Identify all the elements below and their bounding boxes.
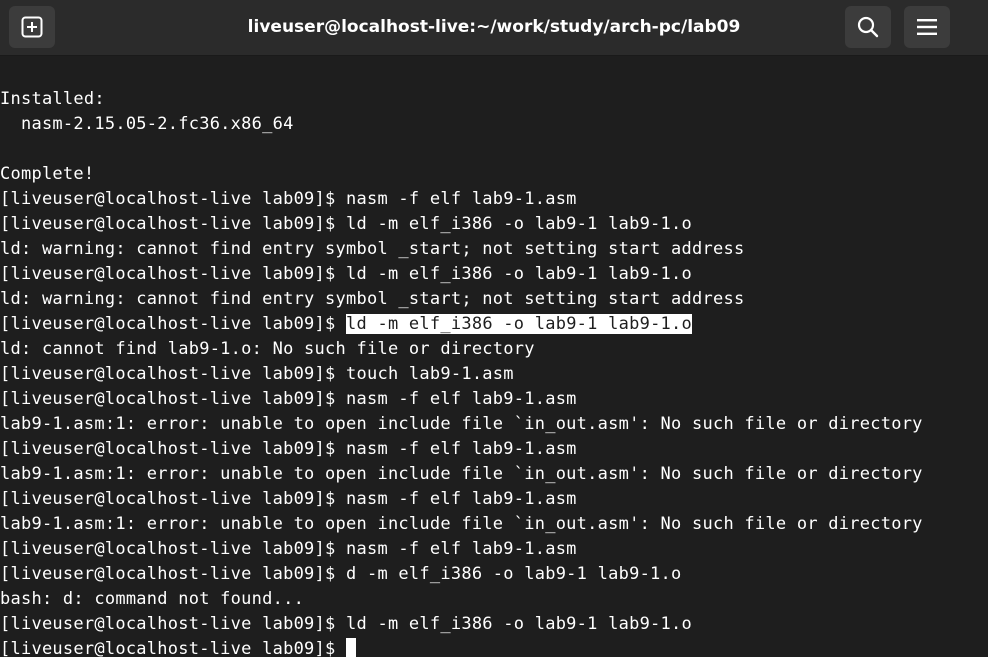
terminal-line: [liveuser@localhost-live lab09]$ d -m el… xyxy=(0,564,682,584)
terminal-line: ld: warning: cannot find entry symbol _s… xyxy=(0,239,745,259)
prompt-text: [liveuser@localhost-live lab09]$ xyxy=(0,639,347,657)
terminal-input-line[interactable]: [liveuser@localhost-live lab09]$ xyxy=(0,637,988,657)
prompt-text: [liveuser@localhost-live lab09]$ xyxy=(0,314,347,334)
text-cursor xyxy=(346,638,357,657)
terminal-line: [liveuser@localhost-live lab09]$ ld -m e… xyxy=(0,214,693,234)
terminal-line: Complete! xyxy=(0,164,95,184)
selected-text[interactable]: ld -m elf_i386 -o lab9-1 lab9-1.o xyxy=(346,314,693,334)
header-bar: liveuser@localhost-live:~/work/study/arc… xyxy=(0,0,988,56)
window-title: liveuser@localhost-live:~/work/study/arc… xyxy=(247,17,741,37)
terminal-line: [liveuser@localhost-live lab09]$ nasm -f… xyxy=(0,539,577,559)
hamburger-menu-icon xyxy=(917,19,937,35)
terminal-line: [liveuser@localhost-live lab09]$ ld -m e… xyxy=(0,264,693,284)
terminal-line: ld: cannot find lab9-1.o: No such file o… xyxy=(0,339,535,359)
terminal-line-with-selection: [liveuser@localhost-live lab09]$ ld -m e… xyxy=(0,312,988,337)
terminal-line: lab9-1.asm:1: error: unable to open incl… xyxy=(0,514,923,534)
terminal-line: [liveuser@localhost-live lab09]$ ld -m e… xyxy=(0,614,693,634)
terminal-line: [liveuser@localhost-live lab09]$ nasm -f… xyxy=(0,439,577,459)
terminal-line: lab9-1.asm:1: error: unable to open incl… xyxy=(0,414,923,434)
terminal-line: Installed: xyxy=(0,89,105,109)
terminal-line: ld: warning: cannot find entry symbol _s… xyxy=(0,289,745,309)
terminal-window: liveuser@localhost-live:~/work/study/arc… xyxy=(0,0,988,657)
new-tab-button[interactable] xyxy=(9,6,55,48)
search-icon xyxy=(857,16,879,38)
new-tab-plus-icon xyxy=(21,16,43,38)
terminal-line: nasm-2.15.05-2.fc36.x86_64 xyxy=(0,114,294,134)
search-button[interactable] xyxy=(845,6,891,48)
main-menu-button[interactable] xyxy=(904,6,950,48)
terminal-output[interactable]: Installed: nasm-2.15.05-2.fc36.x86_64 Co… xyxy=(0,87,988,657)
terminal-line: bash: d: command not found... xyxy=(0,589,305,609)
terminal-line: [liveuser@localhost-live lab09]$ nasm -f… xyxy=(0,389,577,409)
terminal-line: [liveuser@localhost-live lab09]$ nasm -f… xyxy=(0,489,577,509)
terminal-line: [liveuser@localhost-live lab09]$ touch l… xyxy=(0,364,514,384)
terminal-line: [liveuser@localhost-live lab09]$ nasm -f… xyxy=(0,189,577,209)
terminal-line: lab9-1.asm:1: error: unable to open incl… xyxy=(0,464,923,484)
